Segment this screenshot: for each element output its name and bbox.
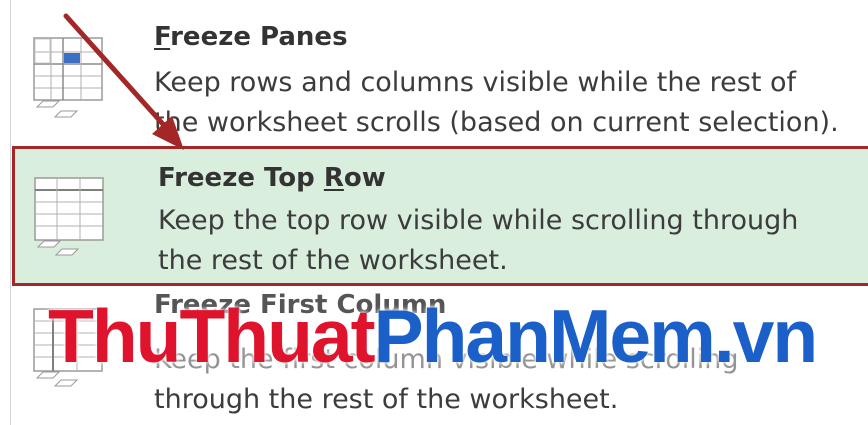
freeze-panes-access-key: F [154, 22, 171, 52]
freeze-top-row-description: Keep the top row visible while scrolling… [158, 201, 798, 281]
freeze-panes-desc-line-1: Keep rows and columns visible while the … [154, 67, 797, 98]
freeze-first-column-desc-line-2: through the rest of the worksheet. [154, 384, 619, 415]
freeze-top-row-desc-line-1: Keep the top row visible while scrolling… [158, 205, 799, 236]
menu-item-freeze-first-column[interactable]: Freeze First Column Keep the first colum… [11, 290, 868, 425]
freeze-first-column-title: Freeze First Column [154, 290, 447, 320]
freeze-top-row-desc-line-2: the rest of the worksheet. [158, 245, 508, 276]
menu-item-freeze-top-row[interactable]: Freeze Top Row Keep the top row visible … [12, 146, 868, 286]
freeze-top-row-title: Freeze Top Row [158, 163, 386, 193]
freeze-panes-icon [33, 37, 115, 119]
freeze-first-column-icon [33, 308, 115, 390]
menu-item-freeze-panes[interactable]: Freeze Panes Keep rows and columns visib… [11, 0, 868, 144]
freeze-first-column-desc-line-1: Keep the first column visible while scro… [154, 344, 739, 375]
freeze-panes-description: Keep rows and columns visible while the … [154, 63, 839, 143]
freeze-top-row-access-key: R [323, 163, 344, 193]
freeze-panes-title: Freeze Panes [154, 22, 348, 52]
freeze-top-row-icon [34, 177, 116, 259]
freeze-first-column-description: Keep the first column visible while scro… [154, 340, 738, 420]
freeze-panes-desc-line-2: the worksheet scrolls (based on current … [154, 107, 839, 138]
freeze-panes-menu: Freeze Panes Keep rows and columns visib… [0, 0, 868, 425]
